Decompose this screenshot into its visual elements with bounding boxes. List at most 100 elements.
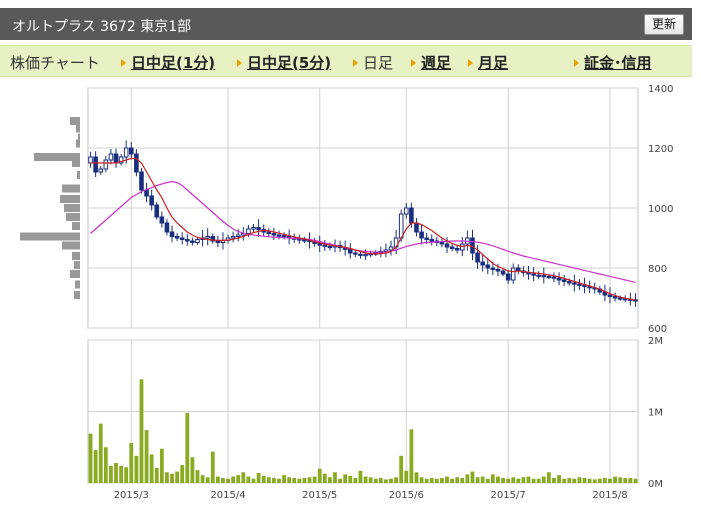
refresh-button[interactable]: 更新	[643, 14, 684, 35]
candle-body	[134, 153, 139, 173]
volume-bar	[404, 470, 409, 483]
candle-body	[108, 153, 114, 161]
volume-bar	[414, 472, 419, 483]
price-tick-label: 1400	[648, 84, 673, 95]
price-profile-bar	[62, 184, 80, 193]
volume-bar	[445, 476, 449, 483]
price-profile-bar	[75, 280, 80, 289]
volume-bar	[348, 475, 353, 483]
candle-body	[256, 227, 261, 231]
x-tick-label: 2015/7	[491, 490, 526, 501]
price-profile-bar	[72, 222, 80, 230]
volume-bar	[246, 476, 251, 483]
volume-bar	[165, 472, 169, 483]
candle-body	[551, 276, 557, 279]
candle-body	[251, 227, 256, 230]
volume-bar	[241, 472, 246, 483]
volume-bar	[170, 473, 174, 483]
candle-body	[561, 279, 567, 282]
arrow-right-icon	[574, 58, 579, 67]
candle-body	[582, 284, 587, 288]
candle-body	[179, 237, 185, 240]
tab-6[interactable]: 証金･信用	[574, 52, 652, 73]
volume-bar	[139, 379, 144, 483]
candle-body	[424, 237, 429, 240]
candle-body	[246, 228, 251, 234]
candle-body	[470, 237, 475, 254]
volume-bar	[394, 477, 399, 483]
arrow-right-icon	[468, 58, 473, 67]
volume-bar	[333, 472, 337, 483]
volume-bar	[597, 478, 602, 483]
page-title: オルトプラス 3672 東京1部	[12, 19, 192, 35]
volume-bar	[114, 462, 118, 483]
candle-body	[322, 244, 328, 247]
volume-bar	[608, 478, 612, 483]
candle-body	[302, 239, 307, 242]
candle-body	[607, 294, 613, 297]
volume-bar	[282, 475, 286, 483]
volume-bar	[409, 429, 414, 483]
tab-2[interactable]: 日中足(5分)	[237, 52, 331, 73]
volume-bar	[582, 477, 587, 483]
tab-1[interactable]: 日中足(1分)	[121, 52, 215, 73]
candle-body	[205, 236, 210, 239]
volume-bar	[292, 477, 297, 483]
candle-body	[454, 248, 460, 251]
volume-bar	[236, 475, 241, 483]
candle-body	[271, 233, 277, 236]
price-tick-label: 600	[648, 324, 667, 335]
tab-label: 日中足(5分)	[247, 54, 332, 72]
price-profile-bar	[77, 171, 80, 179]
volume-bar	[363, 476, 368, 483]
tab-4[interactable]: 週足	[411, 52, 451, 73]
candle-body	[505, 273, 511, 281]
candle-body	[113, 153, 119, 164]
volume-bar	[552, 477, 556, 483]
volume-bar	[587, 478, 592, 483]
candle-body	[103, 159, 109, 170]
volume-bar	[485, 478, 490, 483]
candle-body	[144, 189, 149, 197]
tab-5[interactable]: 月足	[468, 52, 508, 73]
volume-bar	[496, 476, 500, 483]
candle-body	[235, 234, 241, 237]
volume-bar	[317, 468, 322, 483]
candle-body	[572, 282, 577, 285]
volume-bar	[88, 433, 93, 483]
volume-bar	[322, 473, 327, 483]
price-profile-bar	[70, 270, 80, 278]
volume-bar	[419, 477, 424, 483]
x-tick-label: 2015/3	[114, 490, 149, 501]
volume-tick-label: 2M	[648, 336, 663, 347]
price-profile-bar	[64, 204, 80, 212]
volume-bar	[231, 476, 236, 483]
price-profile-bar	[76, 124, 80, 133]
volume-bar	[465, 474, 470, 483]
candle-body	[409, 207, 414, 224]
volume-bar	[98, 423, 103, 483]
volume-bar	[480, 476, 485, 483]
candle-body	[215, 240, 221, 243]
tab-label: 日中足(1分)	[131, 54, 216, 72]
volume-bar	[602, 477, 607, 483]
candle-body	[429, 239, 435, 242]
volume-bar	[205, 477, 210, 483]
volume-bar	[109, 465, 113, 483]
volume-bar	[185, 412, 190, 483]
x-tick-label: 2015/4	[210, 490, 245, 501]
candle-body	[154, 204, 160, 218]
candle-body	[276, 234, 282, 237]
x-tick-label: 2015/8	[592, 490, 627, 501]
tab-label: 株価チャート	[10, 54, 100, 72]
candle-body	[495, 269, 501, 272]
stock-chart: 1400 1200 1000 800 6002M 1M 0M 2015/3 2015/4 2015…	[20, 84, 673, 501]
candle-body	[403, 207, 409, 215]
volume-bar	[511, 477, 516, 483]
volume-bar	[200, 475, 205, 483]
volume-bar	[450, 478, 455, 483]
candle-body	[139, 171, 144, 191]
volume-bar	[389, 478, 393, 483]
volume-bar	[277, 478, 281, 483]
volume-bar	[312, 476, 317, 483]
